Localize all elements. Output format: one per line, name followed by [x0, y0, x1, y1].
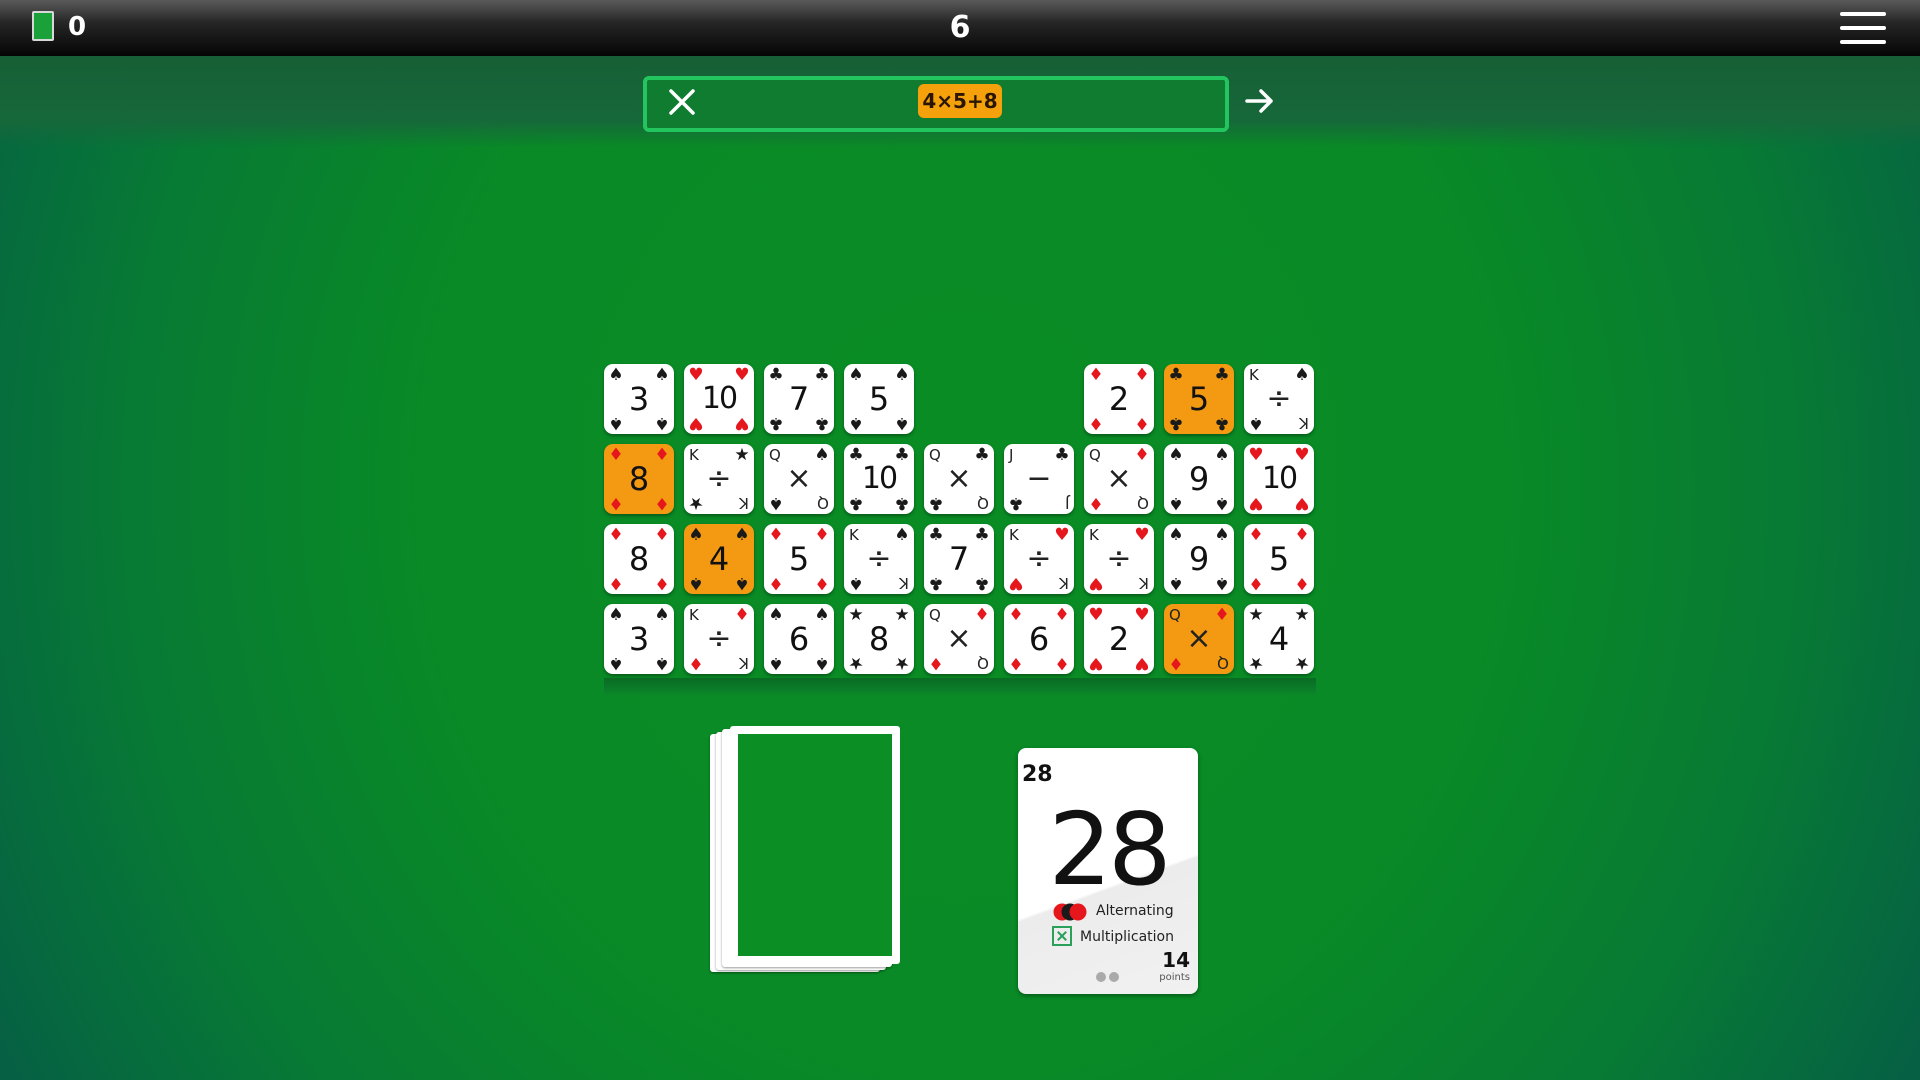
- page-dots: [1096, 972, 1126, 984]
- card-value: 9: [1188, 540, 1210, 578]
- operator-symbol: ÷: [1266, 381, 1292, 416]
- card-value: 5: [1268, 540, 1290, 578]
- card-value: 6: [1028, 620, 1050, 658]
- target-corner-value: 28: [1022, 762, 1053, 787]
- card-value: 2: [1108, 380, 1130, 418]
- card-value: 10: [861, 461, 898, 496]
- grid-card[interactable]: ★ ★ ★ ★ 8: [844, 604, 914, 674]
- grid-card[interactable]: J J ♣ ♣ −: [1004, 444, 1074, 514]
- grid-card[interactable]: ♠ ♠ ♠ ♠ 9: [1164, 524, 1234, 594]
- grid-card[interactable]: ♦ ♦ ♦ ♦ 2: [1084, 364, 1154, 434]
- operator-symbol: ÷: [706, 621, 732, 656]
- card-value: 4: [708, 540, 730, 578]
- grid-card[interactable]: ♠ ♠ ♠ ♠ 5: [844, 364, 914, 434]
- operator-symbol: ×: [1106, 461, 1132, 496]
- card-value: 8: [868, 620, 890, 658]
- target-card: 28 28 Alternating Multiplication 14 poin…: [1018, 748, 1198, 994]
- grid-card[interactable]: ♣ ♣ ♣ ♣ 7: [924, 524, 994, 594]
- grid-card[interactable]: ♥ ♥ ♥ ♥ 10: [684, 364, 754, 434]
- points-label: points: [1159, 972, 1190, 983]
- grid-card[interactable]: ♦ ♦ ♦ ♦ 5: [1244, 524, 1314, 594]
- grid-card[interactable]: ♣ ♣ ♣ ♣ 5: [1164, 364, 1234, 434]
- card-value: 6: [788, 620, 810, 658]
- grid-card[interactable]: K K ♥ ♥ ÷: [1084, 524, 1154, 594]
- grid-card[interactable]: ♥ ♥ ♥ ♥ 2: [1084, 604, 1154, 674]
- card-value: 5: [1188, 380, 1210, 418]
- grid-card[interactable]: Q Q ♣ ♣ ×: [924, 444, 994, 514]
- operator-symbol: −: [1026, 461, 1052, 496]
- grid-card[interactable]: Q Q ♦ ♦ ×: [924, 604, 994, 674]
- card-value: 10: [1261, 461, 1298, 496]
- card-value: 3: [628, 380, 650, 418]
- red-black-dots-icon: [1052, 902, 1090, 922]
- grid-card[interactable]: ♦ ♦ ♦ ♦ 6: [1004, 604, 1074, 674]
- grid-card[interactable]: ♠ ♠ ♠ ♠ 3: [604, 364, 674, 434]
- pile-top-card: [730, 726, 900, 964]
- grid-card[interactable]: ★ ★ ★ ★ 4: [1244, 604, 1314, 674]
- card-value: 4: [1268, 620, 1290, 658]
- operator-symbol: ×: [786, 461, 812, 496]
- operator-symbol: ×: [1186, 621, 1212, 656]
- grid-card[interactable]: K K ♦ ♦ ÷: [684, 604, 754, 674]
- target-value: 28: [1048, 791, 1171, 908]
- grid-card[interactable]: K K ♠ ♠ ÷: [1244, 364, 1314, 434]
- operator-symbol: ×: [946, 461, 972, 496]
- arrow-right-icon[interactable]: [1242, 83, 1278, 119]
- operator-symbol: ÷: [1106, 541, 1132, 576]
- deck-icon: [32, 11, 54, 41]
- draw-pile[interactable]: [708, 724, 908, 994]
- operator-symbol: ×: [946, 621, 972, 656]
- grid-card[interactable]: ♦ ♦ ♦ ♦ 8: [604, 444, 674, 514]
- hamburger-menu-icon[interactable]: [1840, 12, 1886, 44]
- operator-symbol: ÷: [1026, 541, 1052, 576]
- card-value: 2: [1108, 620, 1130, 658]
- grid-card[interactable]: ♠ ♠ ♠ ♠ 4: [684, 524, 754, 594]
- close-icon[interactable]: [664, 84, 700, 120]
- round-number: 6: [949, 10, 971, 45]
- grid-card[interactable]: K K ♥ ♥ ÷: [1004, 524, 1074, 594]
- operator-symbol: ÷: [866, 541, 892, 576]
- card-value: 8: [628, 540, 650, 578]
- grid-card[interactable]: Q Q ♠ ♠ ×: [764, 444, 834, 514]
- multiply-box-icon: [1052, 926, 1072, 946]
- grid-card[interactable]: ♦ ♦ ♦ ♦ 5: [764, 524, 834, 594]
- grid-card[interactable]: Q Q ♦ ♦ ×: [1164, 604, 1234, 674]
- rule-alternating: Alternating: [1096, 903, 1174, 919]
- grid-card[interactable]: K K ♠ ♠ ÷: [844, 524, 914, 594]
- target-points: 14: [1162, 948, 1190, 972]
- card-grid: ♠ ♠ ♠ ♠ 3 ♥ ♥ ♥ ♥ 10 ♣ ♣ ♣ ♣ 7 ♠ ♠ ♠ ♠ 5 ♦ ♦ ♦ ♦ 2 ♣ ♣ ♣ ♣ 5 K K ♠ ♠ ÷ ♦ ♦ ♦ ♦…: [604, 364, 1316, 676]
- card-value: 5: [868, 380, 890, 418]
- operator-symbol: ÷: [706, 461, 732, 496]
- grid-card[interactable]: ♠ ♠ ♠ ♠ 6: [764, 604, 834, 674]
- card-value: 7: [788, 380, 810, 418]
- grid-card[interactable]: ♠ ♠ ♠ ♠ 9: [1164, 444, 1234, 514]
- card-value: 3: [628, 620, 650, 658]
- grid-shelf: [604, 678, 1316, 696]
- expression-text: 4×5+8: [918, 84, 1002, 118]
- grid-card[interactable]: ♠ ♠ ♠ ♠ 3: [604, 604, 674, 674]
- grid-card[interactable]: Q Q ♦ ♦ ×: [1084, 444, 1154, 514]
- deck-count: 0: [68, 12, 87, 42]
- card-value: 10: [701, 381, 738, 416]
- top-bar: 0 6: [0, 0, 1920, 56]
- grid-card[interactable]: K K ★ ★ ÷: [684, 444, 754, 514]
- card-value: 5: [788, 540, 810, 578]
- card-value: 7: [948, 540, 970, 578]
- rule-multiplication: Multiplication: [1080, 929, 1174, 945]
- grid-card[interactable]: ♣ ♣ ♣ ♣ 10: [844, 444, 914, 514]
- grid-card[interactable]: ♦ ♦ ♦ ♦ 8: [604, 524, 674, 594]
- card-value: 9: [1188, 460, 1210, 498]
- grid-card[interactable]: ♣ ♣ ♣ ♣ 7: [764, 364, 834, 434]
- card-value: 8: [628, 460, 650, 498]
- grid-card[interactable]: ♥ ♥ ♥ ♥ 10: [1244, 444, 1314, 514]
